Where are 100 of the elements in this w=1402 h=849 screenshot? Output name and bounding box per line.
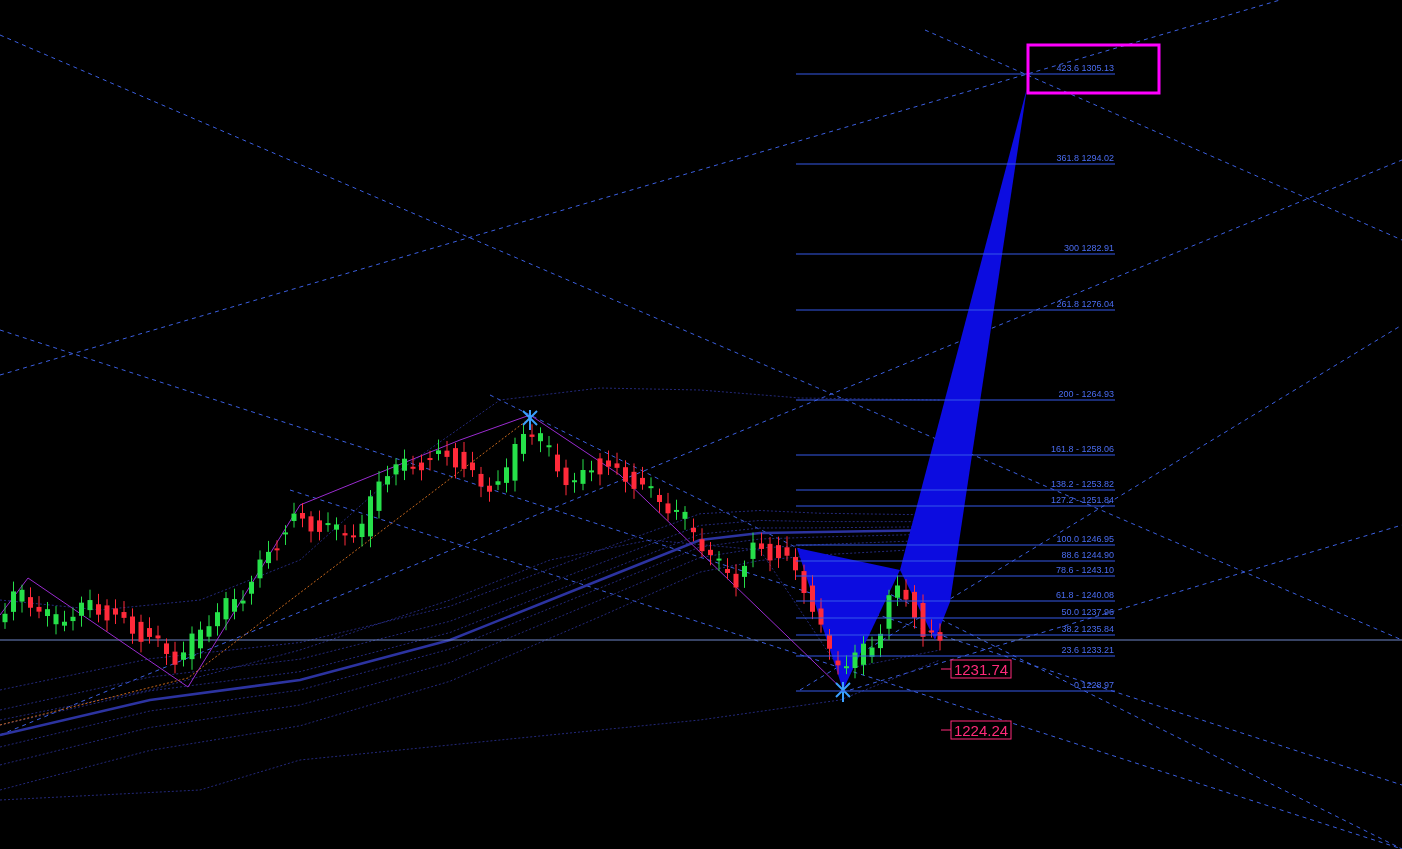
candlestick: [818, 597, 824, 634]
candlestick: [538, 426, 543, 453]
candlestick: [801, 564, 807, 605]
candlestick: [597, 452, 603, 486]
fib-level-label: 138.2 - 1253.82: [1050, 479, 1114, 489]
candlestick: [623, 459, 628, 493]
candlestick: [181, 641, 186, 667]
candlestick: [147, 616, 152, 645]
candlestick: [155, 625, 161, 648]
candlestick: [53, 605, 59, 635]
candlestick: [376, 470, 382, 519]
candlestick: [19, 584, 25, 614]
candlestick: [716, 550, 722, 572]
candlestick: [2, 602, 8, 630]
candlestick: [206, 614, 212, 643]
candlestick: [453, 442, 458, 479]
fib-level-label: 88.6 1244.90: [1061, 550, 1114, 560]
candlestick: [682, 505, 688, 531]
candlestick: [410, 455, 416, 475]
candlestick: [827, 628, 832, 661]
candlestick: [189, 625, 195, 671]
candlestick: [878, 623, 883, 658]
candlestick: [334, 516, 339, 541]
candlestick: [257, 549, 263, 589]
fib-level-label: 161.8 - 1258.06: [1050, 444, 1114, 454]
fib-level-label: 61.8 - 1240.08: [1055, 590, 1114, 600]
swing-point-icon: [835, 681, 851, 703]
candlestick: [631, 462, 637, 500]
fib-level-label: 261.8 1276.04: [1056, 299, 1114, 309]
fib-level-label: 127.2 - 1251.84: [1050, 495, 1114, 505]
candlestick: [895, 574, 900, 607]
candlestick: [640, 466, 645, 491]
fib-level-label: 300 1282.91: [1063, 243, 1114, 253]
candlestick: [784, 535, 790, 562]
candlestick: [164, 637, 169, 666]
candlestick: [461, 441, 467, 478]
candlestick: [36, 595, 42, 619]
candlestick: [393, 457, 399, 486]
swing-point-icon: [522, 409, 538, 431]
candlestick: [903, 578, 909, 608]
candlestick: [844, 654, 849, 675]
candlestick: [113, 598, 118, 625]
candlestick: [487, 476, 492, 503]
candlestick: [291, 502, 297, 529]
candlestick: [11, 581, 16, 621]
candlestick: [215, 602, 220, 637]
candlestick: [563, 459, 569, 496]
candlestick: [733, 563, 739, 597]
candlestick: [580, 458, 586, 491]
fib-level-label: 100.0 1246.95: [1056, 534, 1114, 544]
candlestick: [920, 593, 926, 648]
candlestick: [759, 532, 764, 557]
candlestick: [750, 532, 756, 568]
candlestick: [521, 423, 526, 462]
candlestick: [240, 589, 246, 612]
candlestick: [121, 600, 127, 624]
candlestick: [504, 457, 509, 493]
candlestick: [351, 523, 356, 544]
candlestick: [79, 596, 84, 628]
candlestick: [232, 588, 237, 620]
candlestick: [402, 449, 407, 481]
candlestick: [45, 601, 50, 628]
candlestick: [283, 524, 288, 546]
price-label: 1224.24: [950, 720, 1012, 740]
candlestick: [886, 589, 892, 641]
candlestick: [368, 489, 373, 548]
candlestick: [708, 541, 713, 566]
candlestick: [62, 610, 67, 632]
candlestick: [665, 492, 671, 522]
candlestick: [342, 524, 348, 546]
candlestick: [359, 514, 365, 548]
candlestick: [589, 460, 594, 482]
candlestick: [614, 452, 620, 476]
candlestick: [419, 454, 424, 481]
candlestick: [835, 650, 841, 675]
candlestick: [691, 518, 696, 542]
fib-level-label: 78.6 - 1243.10: [1055, 565, 1114, 575]
candlestick: [776, 536, 781, 569]
fib-level-label: 200 - 1264.93: [1058, 389, 1114, 399]
candlestick: [937, 622, 943, 651]
candlestick: [385, 465, 390, 493]
candlestick: [436, 439, 441, 461]
candlestick: [478, 466, 484, 498]
candlestick: [861, 635, 866, 676]
candlestick: [674, 499, 679, 521]
candlestick: [529, 423, 535, 446]
candlestick: [606, 450, 611, 476]
candlestick: [912, 584, 917, 629]
candlestick: [70, 607, 76, 631]
candlestick: [96, 593, 101, 623]
fib-level-label: 23.6 1233.21: [1061, 645, 1114, 655]
fib-level-label: 50.0 1237.96: [1061, 607, 1114, 617]
price-marker: [940, 668, 952, 670]
candlestick: [274, 539, 280, 561]
candlestick: [648, 476, 654, 499]
candlestick: [130, 607, 135, 645]
candlestick: [546, 435, 552, 458]
fib-level-label: 38.2 1235.84: [1061, 624, 1114, 634]
fib-level-label: 423.6 1305.13: [1056, 63, 1114, 73]
candlestick: [223, 591, 229, 631]
